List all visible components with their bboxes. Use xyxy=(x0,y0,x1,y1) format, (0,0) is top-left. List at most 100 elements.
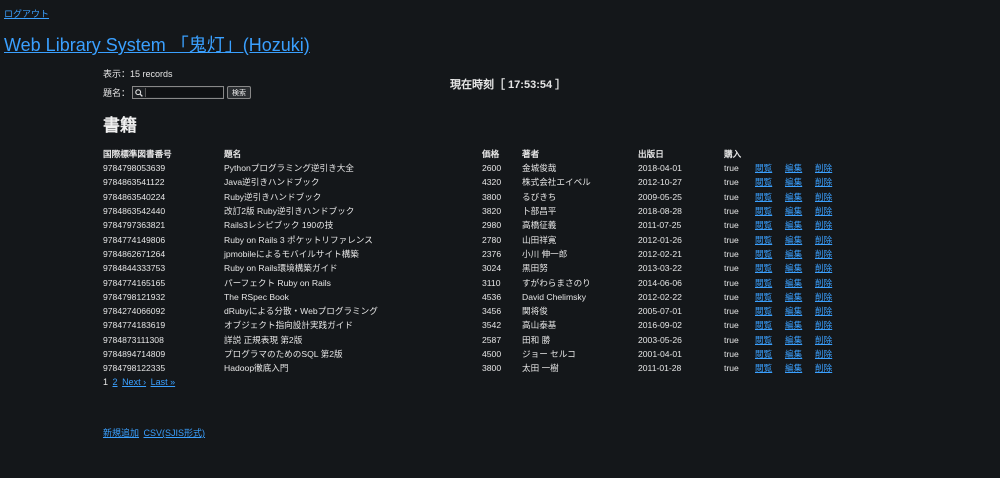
delete-link[interactable]: 削除 xyxy=(815,220,832,230)
cell-isbn: 9784863542440 xyxy=(103,206,166,217)
table-row: 9784894714809 プログラマのためのSQL 第2版 4500 ジョー セルコ… xyxy=(103,347,845,361)
next-page-link[interactable]: Next › xyxy=(122,377,146,387)
view-link[interactable]: 閲覧 xyxy=(755,278,772,288)
edit-link[interactable]: 編集 xyxy=(785,235,802,245)
edit-link[interactable]: 編集 xyxy=(785,206,802,216)
cell-isbn: 9784774165165 xyxy=(103,277,166,288)
edit-link[interactable]: 編集 xyxy=(785,335,802,345)
view-link[interactable]: 閲覧 xyxy=(755,306,772,316)
view-link[interactable]: 閲覧 xyxy=(755,320,772,330)
cell-price: 2587 xyxy=(482,334,502,345)
search-button[interactable]: 検索 xyxy=(227,86,252,99)
delete-link[interactable]: 削除 xyxy=(815,163,832,173)
edit-link[interactable]: 編集 xyxy=(785,306,802,316)
last-page-link[interactable]: Last » xyxy=(151,377,176,387)
view-link[interactable]: 閲覧 xyxy=(755,192,772,202)
cell-price: 3820 xyxy=(482,206,502,217)
footer-links: 新規追加 CSV(SJIS形式) xyxy=(103,426,207,439)
delete-link[interactable]: 削除 xyxy=(815,292,832,302)
search-field xyxy=(132,86,225,99)
cell-title: プログラマのためのSQL 第2版 xyxy=(224,349,343,359)
cell-date: 2012-02-22 xyxy=(638,291,682,302)
edit-link[interactable]: 編集 xyxy=(785,363,802,373)
delete-link[interactable]: 削除 xyxy=(815,363,832,373)
search-input[interactable] xyxy=(145,88,224,97)
books-table: 国際標準図書番号 題名 価格 著者 出版日 購入 9784798053639 Py… xyxy=(103,147,845,375)
cell-title: jpmobileによるモバイルサイト構築 xyxy=(224,248,359,259)
delete-link[interactable]: 削除 xyxy=(815,249,832,259)
edit-link[interactable]: 編集 xyxy=(785,320,802,330)
edit-link[interactable]: 編集 xyxy=(785,192,802,202)
csv-export-link[interactable]: CSV(SJIS形式) xyxy=(144,428,206,438)
page-link-2[interactable]: 2 xyxy=(113,377,118,387)
new-book-link[interactable]: 新規追加 xyxy=(103,428,139,438)
edit-link[interactable]: 編集 xyxy=(785,220,802,230)
cell-buy: true xyxy=(724,291,739,302)
cell-title: Java逆引きハンドブック xyxy=(224,177,320,188)
edit-link[interactable]: 編集 xyxy=(785,278,802,288)
table-row: 9784774165165 パーフェクト Ruby on Rails 3110 すがわ… xyxy=(103,275,845,289)
cell-title: Hadoop徹底入門 xyxy=(224,363,289,374)
view-link[interactable]: 閲覧 xyxy=(755,177,772,187)
delete-link[interactable]: 削除 xyxy=(815,349,832,359)
cell-price: 2376 xyxy=(482,248,502,259)
edit-link[interactable]: 編集 xyxy=(785,249,802,259)
cell-title: Ruby逆引きハンドブック xyxy=(224,191,322,202)
cell-buy: true xyxy=(724,334,739,345)
logout-link[interactable]: ログアウト xyxy=(4,7,49,20)
cell-author: 高山泰基 xyxy=(522,320,557,331)
cell-date: 2018-08-28 xyxy=(638,206,682,217)
edit-link[interactable]: 編集 xyxy=(785,163,802,173)
cell-buy: true xyxy=(724,306,739,317)
cell-isbn: 9784797363821 xyxy=(103,220,166,231)
table-row: 9784863540224 Ruby逆引きハンドブック 3800 るびきち 2009-0… xyxy=(103,190,845,204)
page-current: 1 xyxy=(103,377,109,387)
cell-price: 3110 xyxy=(482,277,501,288)
cell-isbn: 9784798053639 xyxy=(103,163,166,174)
site-title-link[interactable]: Web Library System 「鬼灯」(Hozuki) xyxy=(4,35,310,55)
cell-title: オブジェクト指向設計実践ガイド xyxy=(224,320,353,331)
cell-isbn: 9784798122335 xyxy=(103,363,166,374)
view-link[interactable]: 閲覧 xyxy=(755,363,772,373)
view-link[interactable]: 閲覧 xyxy=(755,292,772,302)
edit-link[interactable]: 編集 xyxy=(785,177,802,187)
cell-buy: true xyxy=(724,363,739,374)
view-link[interactable]: 閲覧 xyxy=(755,220,772,230)
view-link[interactable]: 閲覧 xyxy=(755,349,772,359)
view-link[interactable]: 閲覧 xyxy=(755,249,772,259)
cell-isbn: 9784774183619 xyxy=(103,320,166,331)
delete-link[interactable]: 削除 xyxy=(815,320,832,330)
edit-link[interactable]: 編集 xyxy=(785,263,802,273)
cell-price: 3542 xyxy=(482,320,502,331)
delete-link[interactable]: 削除 xyxy=(815,177,832,187)
view-link[interactable]: 閲覧 xyxy=(755,335,772,345)
search-icon xyxy=(133,87,145,98)
view-link[interactable]: 閲覧 xyxy=(755,206,772,216)
delete-link[interactable]: 削除 xyxy=(815,278,832,288)
cell-author: 卜部昌平 xyxy=(522,206,557,217)
cell-author: るびきち xyxy=(522,191,557,202)
cell-author: 太田 一樹 xyxy=(522,363,559,374)
edit-link[interactable]: 編集 xyxy=(785,292,802,302)
delete-link[interactable]: 削除 xyxy=(815,235,832,245)
delete-link[interactable]: 削除 xyxy=(815,263,832,273)
cell-author: 山田祥寛 xyxy=(522,234,557,245)
cell-title: Ruby on Rails環境構築ガイド xyxy=(224,263,338,274)
delete-link[interactable]: 削除 xyxy=(815,192,832,202)
delete-link[interactable]: 削除 xyxy=(815,206,832,216)
header-isbn: 国際標準図書番号 xyxy=(103,149,172,159)
view-link[interactable]: 閲覧 xyxy=(755,235,772,245)
table-row: 9784798122335 Hadoop徹底入門 3800 太田 一樹 2011-01-… xyxy=(103,361,845,375)
cell-date: 2014-06-06 xyxy=(638,277,682,288)
cell-isbn: 9784862671264 xyxy=(103,248,166,259)
delete-link[interactable]: 削除 xyxy=(815,306,832,316)
delete-link[interactable]: 削除 xyxy=(815,335,832,345)
cell-buy: true xyxy=(724,220,739,231)
search-form: 題名： 検索 xyxy=(103,86,252,99)
cell-price: 3800 xyxy=(482,191,502,202)
cell-title: dRubyによる分散・Webプログラミング xyxy=(224,306,378,317)
view-link[interactable]: 閲覧 xyxy=(755,163,772,173)
edit-link[interactable]: 編集 xyxy=(785,349,802,359)
cell-buy: true xyxy=(724,206,739,217)
view-link[interactable]: 閲覧 xyxy=(755,263,772,273)
